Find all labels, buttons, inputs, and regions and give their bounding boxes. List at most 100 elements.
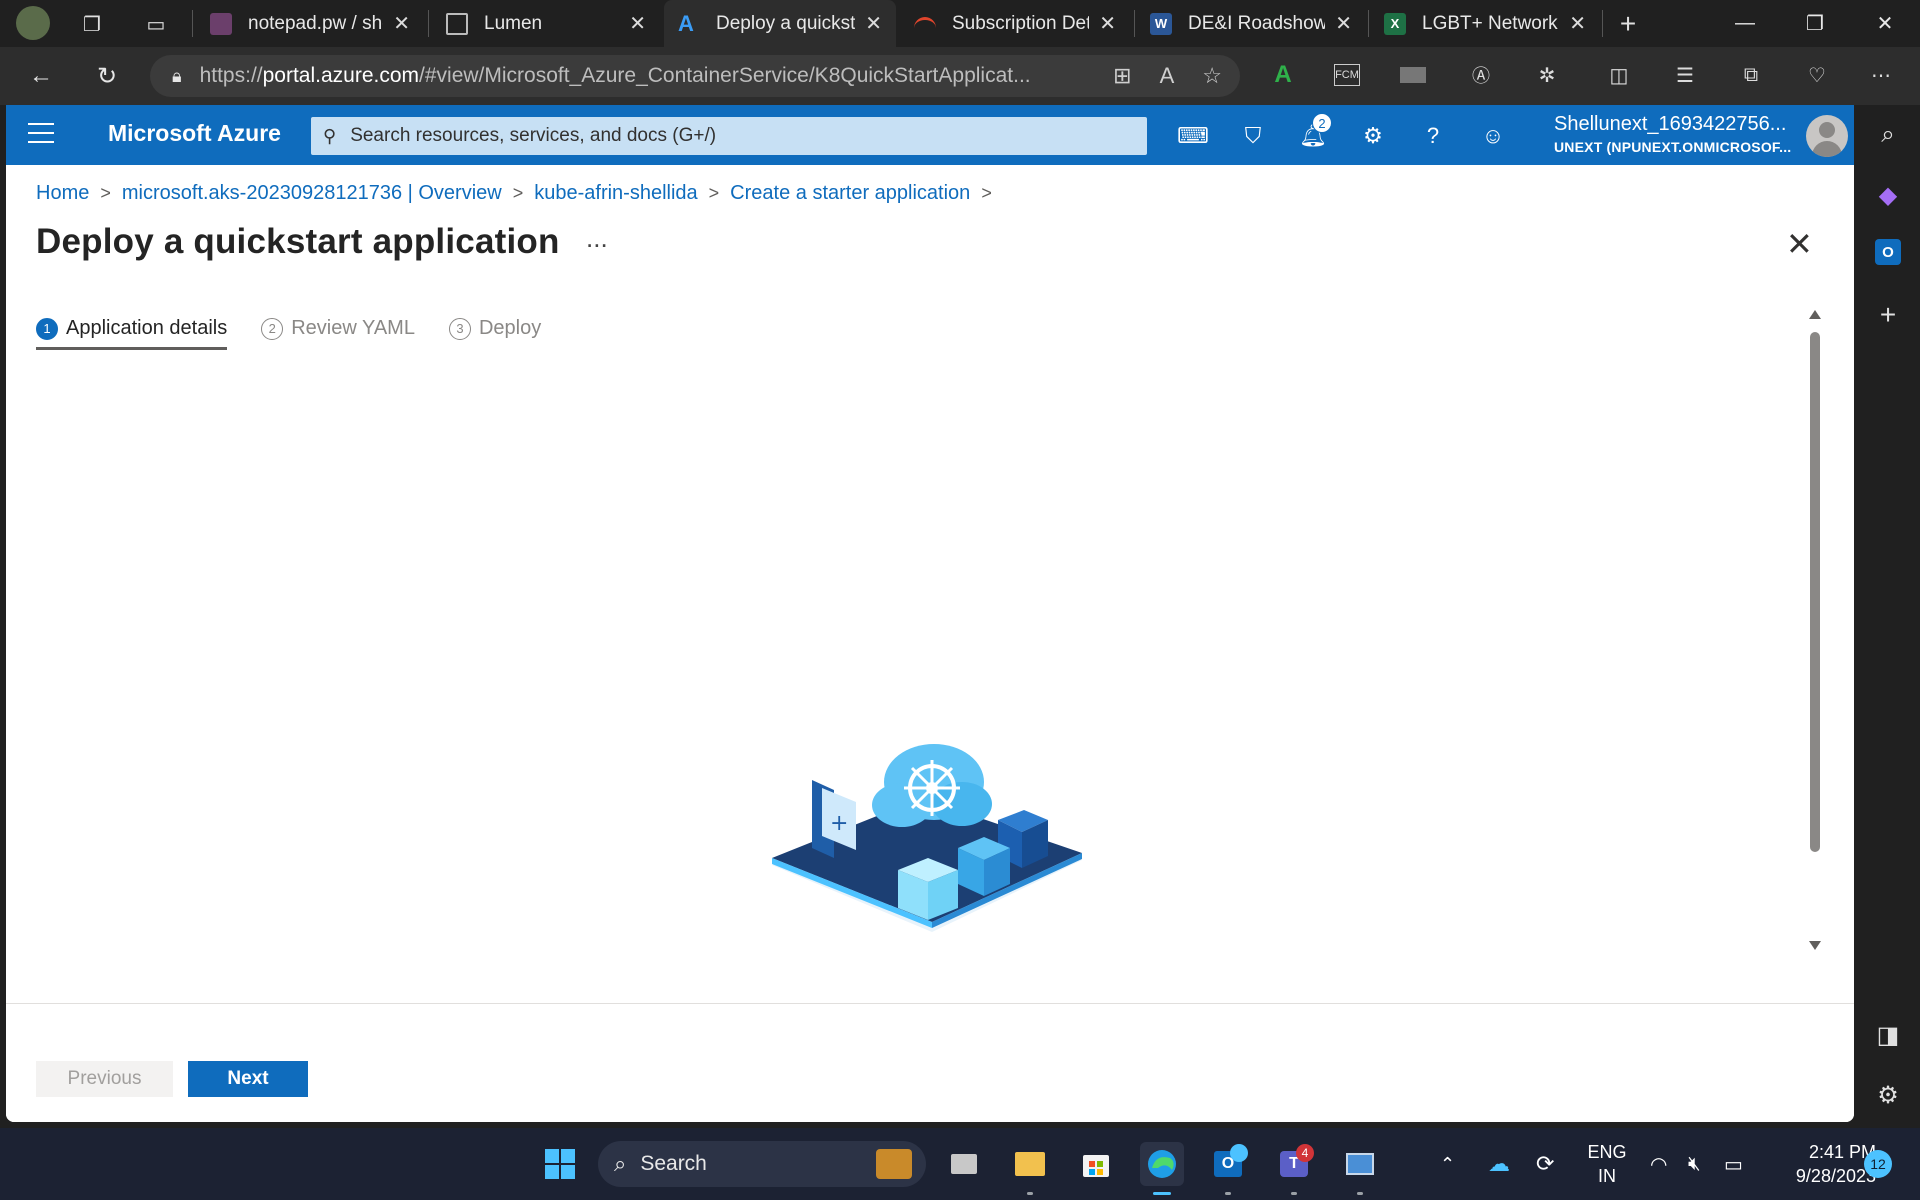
extension-circle-icon[interactable]: Ⓐ <box>1466 60 1496 90</box>
lock-icon[interactable]: 🔒︎ <box>172 66 182 87</box>
brand-title[interactable]: Microsoft Azure <box>108 120 281 147</box>
close-blade-icon[interactable]: ✕ <box>1786 225 1813 263</box>
more-options-icon[interactable]: ... <box>586 223 608 254</box>
breadcrumb-cluster[interactable]: kube-afrin-shellida <box>534 182 697 205</box>
split-screen-icon[interactable]: ◫ <box>1604 60 1634 90</box>
step-review-yaml[interactable]: 2 Review YAML <box>261 317 415 350</box>
close-tab-icon[interactable]: ✕ <box>865 11 882 36</box>
sidebar-search-icon[interactable]: ⌕ <box>1872 119 1904 151</box>
show-hidden-icons-icon[interactable]: ⌃ <box>1440 1128 1455 1200</box>
extension-a-icon[interactable]: A <box>1268 60 1298 90</box>
directory-filter-icon[interactable]: ⛉ <box>1236 119 1270 153</box>
settings-more-icon[interactable]: ⋯ <box>1866 60 1896 90</box>
tab-dei-roadshows[interactable]: W DE&I Roadshows ✕ <box>1136 0 1366 47</box>
profile-avatar-icon[interactable] <box>16 6 50 40</box>
outlook-mail-badge-icon <box>1230 1144 1248 1162</box>
wifi-icon[interactable]: ◠ <box>1650 1128 1667 1200</box>
portal-menu-icon[interactable] <box>28 123 54 147</box>
azure-top-bar: Microsoft Azure ⚲ Search resources, serv… <box>6 105 1854 165</box>
global-search-input[interactable]: ⚲ Search resources, services, and docs (… <box>311 117 1147 155</box>
cloud-shell-icon[interactable]: ⌨ <box>1176 119 1210 153</box>
language-indicator[interactable]: ENG IN <box>1582 1140 1632 1188</box>
content-scrollbar[interactable] <box>1806 310 1824 950</box>
scroll-down-icon[interactable] <box>1809 941 1821 950</box>
breadcrumb-create-starter-app[interactable]: Create a starter application <box>730 182 970 205</box>
tab-notepad[interactable]: notepad.pw / she ✕ <box>196 0 424 47</box>
volume-muted-icon[interactable]: 🔇︎ <box>1688 1128 1701 1200</box>
refresh-icon[interactable]: ↻ <box>88 57 126 95</box>
remote-desktop-icon[interactable] <box>1338 1142 1382 1195</box>
microsoft-store-icon[interactable] <box>1074 1142 1118 1186</box>
start-icon[interactable] <box>538 1142 582 1186</box>
tab-deploy-quickstart[interactable]: A Deploy a quickst ✕ <box>664 0 896 47</box>
close-tab-icon[interactable]: ✕ <box>1099 11 1116 36</box>
settings-icon[interactable]: ⚙ <box>1356 119 1390 153</box>
azure-portal: Microsoft Azure ⚲ Search resources, serv… <box>6 105 1854 1122</box>
scroll-up-icon[interactable] <box>1809 310 1821 319</box>
sidebar-settings-icon[interactable]: ⚙ <box>1872 1079 1904 1111</box>
avatar[interactable] <box>1806 115 1848 157</box>
scrollbar-thumb[interactable] <box>1810 332 1820 852</box>
hide-sidebar-icon[interactable]: ◨ <box>1872 1019 1904 1051</box>
breadcrumb-home[interactable]: Home <box>36 182 89 205</box>
file-explorer-icon[interactable] <box>1008 1142 1052 1195</box>
minimize-icon[interactable]: — <box>1710 0 1780 47</box>
new-tab-icon[interactable]: + <box>1612 8 1644 40</box>
tab-lumen[interactable]: Lumen ✕ <box>432 0 660 47</box>
extension-fcm-icon[interactable]: FCM <box>1334 64 1360 86</box>
account-menu[interactable]: Shellunext_1693422756... UNEXT (NPUNEXT.… <box>1554 113 1791 155</box>
collections-icon[interactable]: ⧉ <box>1736 60 1766 90</box>
help-icon[interactable]: ? <box>1416 119 1450 153</box>
step-application-details[interactable]: 1 Application details <box>36 317 228 350</box>
close-tab-icon[interactable]: ✕ <box>393 11 410 36</box>
favorites-icon[interactable]: ☰ <box>1670 60 1700 90</box>
step-label: Deploy <box>478 317 542 339</box>
notifications-icon[interactable]: 🔔︎ 2 <box>1296 113 1332 153</box>
app-available-icon[interactable]: ⊞ <box>1113 63 1131 89</box>
close-tab-icon[interactable]: ✕ <box>1335 11 1352 36</box>
next-button[interactable]: Next <box>188 1061 308 1097</box>
close-tab-icon[interactable]: ✕ <box>1569 11 1586 36</box>
restore-icon[interactable]: ❐ <box>1780 0 1850 47</box>
chevron-right-icon: > <box>512 183 524 203</box>
extension-card-icon[interactable] <box>1400 67 1426 83</box>
teams-badge: 4 <box>1296 1144 1314 1162</box>
battery-icon[interactable]: ▭ <box>1724 1128 1743 1200</box>
edge-browser-icon[interactable] <box>1140 1142 1184 1195</box>
sidebar-add-icon[interactable]: + <box>1872 299 1904 331</box>
teams-icon[interactable]: T 4 <box>1272 1142 1316 1195</box>
breadcrumb-aks-overview[interactable]: microsoft.aks-20230928121736 | Overview <box>122 182 502 205</box>
close-window-icon[interactable]: ✕ <box>1850 0 1920 47</box>
url-scheme: https:// <box>199 64 263 87</box>
tab-actions-icon[interactable]: ▭ <box>140 8 172 40</box>
extensions-puzzle-icon[interactable]: ✲ <box>1532 60 1562 90</box>
copilot-icon[interactable]: ◆ <box>1872 179 1904 211</box>
close-tab-icon[interactable]: ✕ <box>629 11 646 36</box>
notification-center-badge[interactable]: 12 <box>1864 1150 1892 1178</box>
task-view-icon[interactable] <box>942 1142 986 1186</box>
back-icon[interactable]: ← <box>22 57 60 95</box>
feedback-icon[interactable]: ☺ <box>1476 119 1510 153</box>
workspaces-icon[interactable]: ❐ <box>76 8 108 40</box>
tab-lgbt-network[interactable]: X LGBT+ Network ✕ <box>1370 0 1600 47</box>
address-bar[interactable]: 🔒︎ https://portal.azure.com/#view/Micros… <box>150 55 1240 97</box>
tab-subscription-details[interactable]: Subscription Deta ✕ <box>900 0 1130 47</box>
taskbar-search[interactable]: ⌕ Search <box>598 1141 926 1187</box>
window-controls: — ❐ ✕ <box>1710 0 1920 47</box>
read-aloud-icon[interactable]: A <box>1160 63 1175 89</box>
sync-icon[interactable]: ⟳ <box>1536 1128 1554 1200</box>
outlook-icon[interactable]: O <box>1875 239 1901 265</box>
step-number: 3 <box>448 317 471 340</box>
outlook-taskbar-icon[interactable]: O <box>1206 1142 1250 1195</box>
step-deploy[interactable]: 3 Deploy <box>448 317 542 350</box>
previous-button[interactable]: Previous <box>36 1061 173 1097</box>
taskbar-search-label: Search <box>640 1152 707 1175</box>
onedrive-icon[interactable]: ☁ <box>1488 1128 1510 1200</box>
clock[interactable]: 2:41 PM 9/28/2023 <box>1768 1140 1876 1188</box>
subscription-favicon-icon <box>914 16 936 31</box>
favorite-star-icon[interactable]: ☆ <box>1202 63 1222 89</box>
svg-text:+: + <box>830 811 848 836</box>
browser-essentials-icon[interactable]: ♡ <box>1802 60 1832 90</box>
word-favicon-icon: W <box>1150 12 1172 35</box>
step-number: 1 <box>36 317 58 340</box>
